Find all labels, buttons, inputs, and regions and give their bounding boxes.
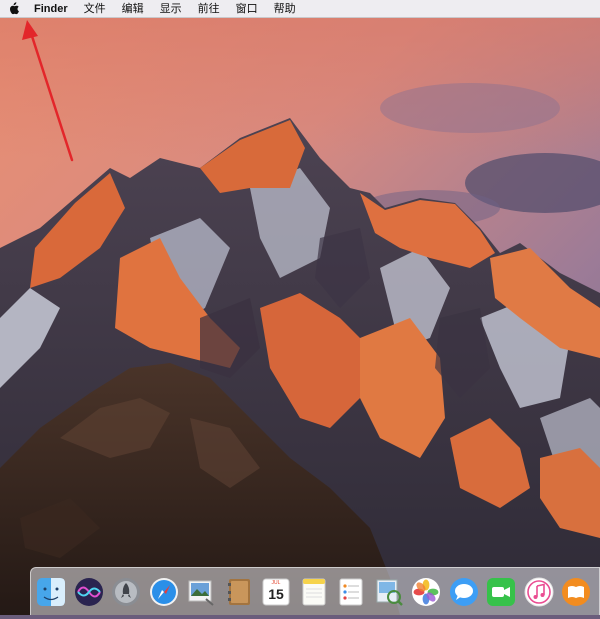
- annotation-arrow: [22, 20, 74, 162]
